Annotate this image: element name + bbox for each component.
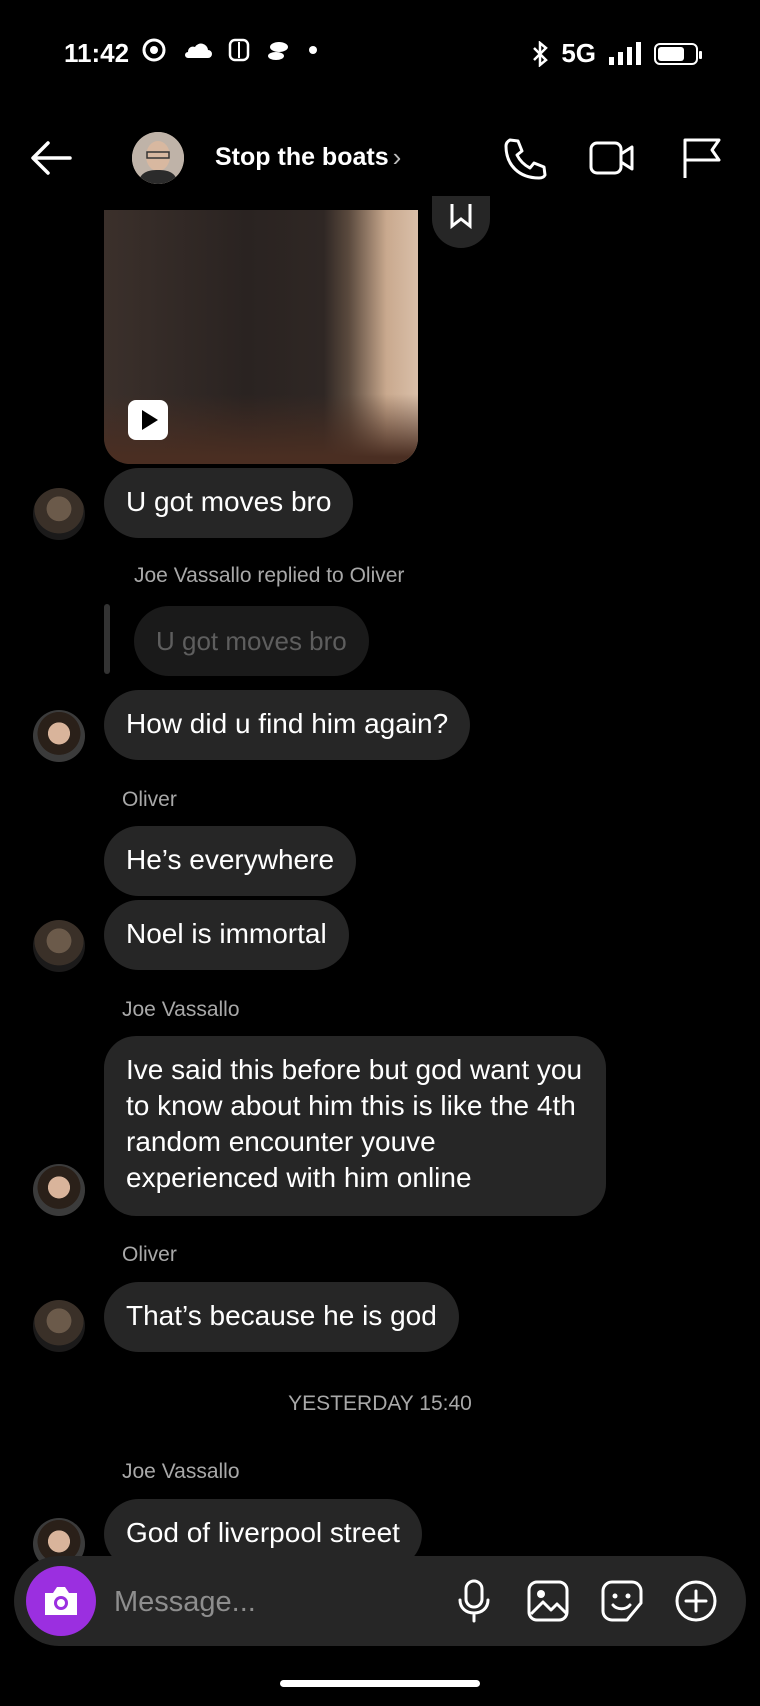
avatar-oliver[interactable] [33,920,85,972]
camera-button[interactable] [26,1566,96,1636]
message-bubble[interactable]: He’s everywhere [104,826,357,896]
message-bubble[interactable]: U got moves bro [104,468,354,538]
message-bubble[interactable]: That’s because he is god [104,1282,459,1352]
back-arrow-icon[interactable] [28,138,76,178]
status-right-icons: 5G [531,38,702,69]
flag-icon[interactable] [678,136,726,180]
sender-name: Joe Vassallo [122,1460,240,1483]
bluetooth-icon [533,40,549,67]
sim-icon [228,38,250,62]
gallery-icon[interactable] [526,1578,570,1624]
avatar-oliver[interactable] [33,1300,85,1352]
reply-indicator-bar [104,604,110,674]
sender-name: Oliver [122,788,177,811]
home-indicator[interactable] [280,1680,480,1687]
chevron-right-icon: › [392,142,402,172]
sticker-icon[interactable] [600,1578,644,1624]
avatar-oliver[interactable] [33,488,85,540]
play-icon [128,400,168,440]
message-bubble[interactable]: Noel is immortal [104,900,349,970]
dot-icon [309,46,317,54]
add-icon[interactable] [674,1578,718,1624]
network-label: 5G [561,38,596,68]
sender-name: Joe Vassallo [122,998,240,1021]
sender-name: Oliver [122,1243,177,1266]
reply-quote-bubble[interactable]: U got moves bro [134,606,369,676]
bookmark-icon [450,204,472,230]
avatar-joe[interactable] [33,1164,85,1216]
microphone-icon[interactable] [452,1578,496,1624]
conversation-title-text: Stop the boats [215,143,389,171]
timestamp-divider: YESTERDAY 15:40 [288,1392,472,1415]
conversation-title[interactable]: Stop the boats › [215,142,401,173]
video-attachment[interactable] [104,210,418,464]
save-reel-button[interactable] [432,196,490,248]
reply-context-label: Joe Vassallo replied to Oliver [134,564,405,587]
status-time: 11:42 [64,38,130,68]
conversation-avatar[interactable] [132,132,184,184]
cloud-icon [185,43,212,58]
avatar-joe[interactable] [33,710,85,762]
video-call-icon[interactable] [588,136,636,180]
status-left-icons [142,38,318,62]
message-input[interactable] [112,1572,446,1632]
message-bubble[interactable]: Ive said this before but god want you to… [104,1036,606,1216]
battery-icon [654,42,702,65]
rocket-icon [268,42,288,60]
phone-icon[interactable] [500,136,548,180]
signal-icon [609,41,641,65]
chrome-icon [142,38,166,62]
camera-icon [45,1587,77,1615]
message-bubble[interactable]: How did u find him again? [104,690,471,760]
